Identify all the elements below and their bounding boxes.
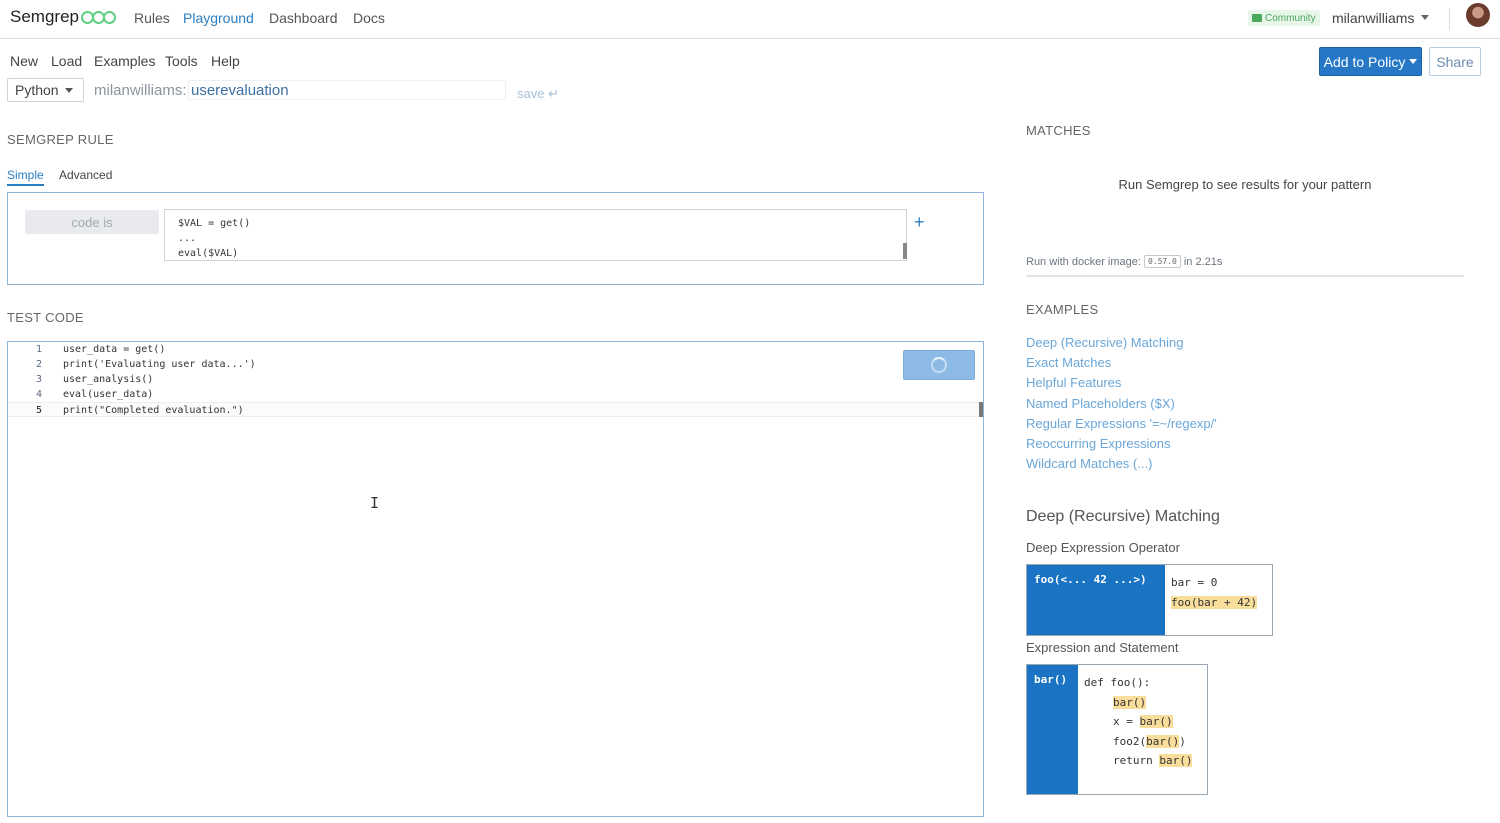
example-link-deep-matching[interactable]: Deep (Recursive) Matching bbox=[1026, 335, 1184, 350]
test-code-editor[interactable]: 1 user_data = get() 2 print('Evaluating … bbox=[7, 341, 984, 817]
rule-name-input[interactable] bbox=[188, 80, 506, 100]
demo-deep-expression: foo(<... 42 ...>) bar = 0 foo(bar + 42) bbox=[1026, 564, 1273, 636]
semgrep-circles-icon bbox=[80, 10, 116, 24]
demo-code: def foo(): bar() x = bar() foo2(bar()) retur… bbox=[1078, 665, 1207, 794]
nav-divider bbox=[1449, 8, 1450, 30]
tab-advanced[interactable]: Advanced bbox=[59, 168, 112, 182]
text-cursor-icon: I bbox=[370, 494, 380, 512]
menu-help[interactable]: Help bbox=[211, 53, 240, 69]
demo-code-text: ) bbox=[1179, 734, 1186, 748]
demo-highlight: bar() bbox=[1146, 734, 1180, 748]
code-line: 1 user_data = get() bbox=[8, 342, 983, 357]
language-value: Python bbox=[15, 82, 59, 98]
id-card-icon bbox=[1252, 14, 1262, 22]
line-number: 2 bbox=[35, 359, 42, 370]
line-content: user_data = get() bbox=[63, 344, 166, 355]
demo-code-line: bar = 0 bbox=[1171, 576, 1218, 589]
demo-code: bar = 0 foo(bar + 42) bbox=[1165, 565, 1272, 635]
pattern-line: ... bbox=[178, 233, 197, 244]
example-link-wildcard-matches[interactable]: Wildcard Matches (...) bbox=[1026, 456, 1152, 471]
example-link-named-placeholders[interactable]: Named Placeholders ($X) bbox=[1026, 396, 1175, 411]
docker-prefix: Run with docker image: bbox=[1026, 255, 1141, 268]
menu-examples[interactable]: Examples bbox=[94, 53, 155, 69]
language-select[interactable]: Python bbox=[7, 78, 84, 102]
nav-playground[interactable]: Playground bbox=[183, 10, 254, 26]
demo-highlight: bar() bbox=[1139, 715, 1173, 728]
line-content: user_analysis() bbox=[63, 374, 154, 385]
examples-heading: EXAMPLES bbox=[1026, 302, 1099, 317]
demo-subtitle: Deep Expression Operator bbox=[1026, 540, 1180, 555]
test-code-heading: TEST CODE bbox=[7, 310, 84, 325]
nav-rules[interactable]: Rules bbox=[134, 10, 170, 26]
demo-subtitle: Expression and Statement bbox=[1026, 640, 1179, 655]
semgrep-rule-heading: SEMGREP RULE bbox=[7, 132, 114, 147]
avatar[interactable] bbox=[1466, 3, 1490, 27]
nav-dashboard[interactable]: Dashboard bbox=[269, 10, 338, 26]
add-to-policy-label: Add to Policy bbox=[1323, 53, 1406, 70]
line-number: 1 bbox=[35, 344, 42, 355]
divider bbox=[1026, 275, 1464, 277]
community-badge-label: Community bbox=[1265, 12, 1316, 24]
demo-pattern: foo(<... 42 ...>) bbox=[1027, 565, 1165, 635]
brand-logo[interactable]: Semgrep bbox=[10, 7, 116, 27]
example-link-exact-matches[interactable]: Exact Matches bbox=[1026, 355, 1111, 370]
top-navbar: Semgrep Rules Playground Dashboard Docs … bbox=[0, 0, 1500, 39]
menu-load[interactable]: Load bbox=[51, 53, 82, 69]
menu-new[interactable]: New bbox=[10, 53, 38, 69]
caret-down-icon bbox=[1409, 59, 1418, 64]
example-link-regular-expressions[interactable]: Regular Expressions '=~/regexp/' bbox=[1026, 416, 1217, 431]
demo-pattern: bar() bbox=[1027, 665, 1078, 794]
condition-select[interactable]: code is bbox=[25, 210, 159, 234]
pattern-line: eval($VAL) bbox=[178, 248, 239, 259]
nav-docs[interactable]: Docs bbox=[353, 10, 385, 26]
line-content: print("Completed evaluation.") bbox=[63, 405, 244, 416]
example-link-reoccurring-expressions[interactable]: Reoccurring Expressions bbox=[1026, 436, 1171, 451]
demo-highlight: bar() bbox=[1113, 695, 1147, 709]
demo-highlight: foo(bar + 42) bbox=[1171, 596, 1258, 609]
example-detail-title: Deep (Recursive) Matching bbox=[1026, 508, 1220, 525]
save-button[interactable]: save ↵ bbox=[517, 86, 559, 102]
caret-down-icon bbox=[65, 88, 73, 93]
code-line: 2 print('Evaluating user data...') bbox=[8, 357, 983, 372]
docker-version-badge: 0.57.0 bbox=[1143, 255, 1181, 268]
code-line-current: 5 print("Completed evaluation.") bbox=[8, 402, 983, 417]
tab-simple[interactable]: Simple bbox=[7, 168, 44, 186]
line-number: 4 bbox=[35, 389, 42, 400]
docker-info: Run with docker image: 0.57.0 in 2.21s bbox=[1026, 255, 1222, 268]
line-number: 3 bbox=[35, 374, 42, 385]
share-button[interactable]: Share bbox=[1429, 47, 1481, 76]
matches-heading: MATCHES bbox=[1026, 123, 1091, 138]
demo-code-text: return bbox=[1113, 754, 1160, 767]
demo-code-line: def foo(): bbox=[1084, 676, 1151, 689]
run-button[interactable] bbox=[903, 350, 975, 380]
scrollbar[interactable] bbox=[903, 243, 907, 259]
line-content: print('Evaluating user data...') bbox=[63, 359, 256, 370]
community-badge: Community bbox=[1248, 10, 1320, 26]
code-line: 4 eval(user_data) bbox=[8, 387, 983, 402]
code-line: 3 user_analysis() bbox=[8, 372, 983, 387]
add-pattern-icon[interactable]: + bbox=[914, 212, 925, 233]
demo-expression-statement: bar() def foo(): bar() x = bar() foo2(bar()… bbox=[1026, 664, 1208, 795]
rule-panel: code is $VAL = get() ... eval($VAL) + bbox=[7, 192, 984, 285]
docker-duration: in 2.21s bbox=[1183, 255, 1223, 268]
line-number: 5 bbox=[35, 405, 42, 416]
pattern-editor[interactable]: $VAL = get() ... eval($VAL) bbox=[164, 209, 907, 261]
brand-name: Semgrep bbox=[10, 7, 79, 26]
scrollbar[interactable] bbox=[979, 402, 983, 417]
chevron-down-icon[interactable] bbox=[1421, 15, 1429, 20]
pattern-line: $VAL = get() bbox=[178, 218, 251, 229]
demo-code-text: foo2( bbox=[1113, 734, 1147, 748]
menu-tools[interactable]: Tools bbox=[165, 53, 198, 69]
loading-spinner-icon bbox=[931, 357, 947, 373]
rule-owner: milanwilliams: bbox=[94, 82, 187, 99]
line-content: eval(user_data) bbox=[63, 389, 154, 400]
empty-results-message: Run Semgrep to see results for your patt… bbox=[1118, 177, 1372, 192]
example-link-helpful-features[interactable]: Helpful Features bbox=[1026, 375, 1121, 390]
user-menu[interactable]: milanwilliams bbox=[1332, 10, 1414, 26]
add-to-policy-button[interactable]: Add to Policy bbox=[1319, 47, 1422, 76]
demo-highlight: bar() bbox=[1159, 754, 1193, 767]
demo-code-text: x = bbox=[1113, 715, 1140, 728]
